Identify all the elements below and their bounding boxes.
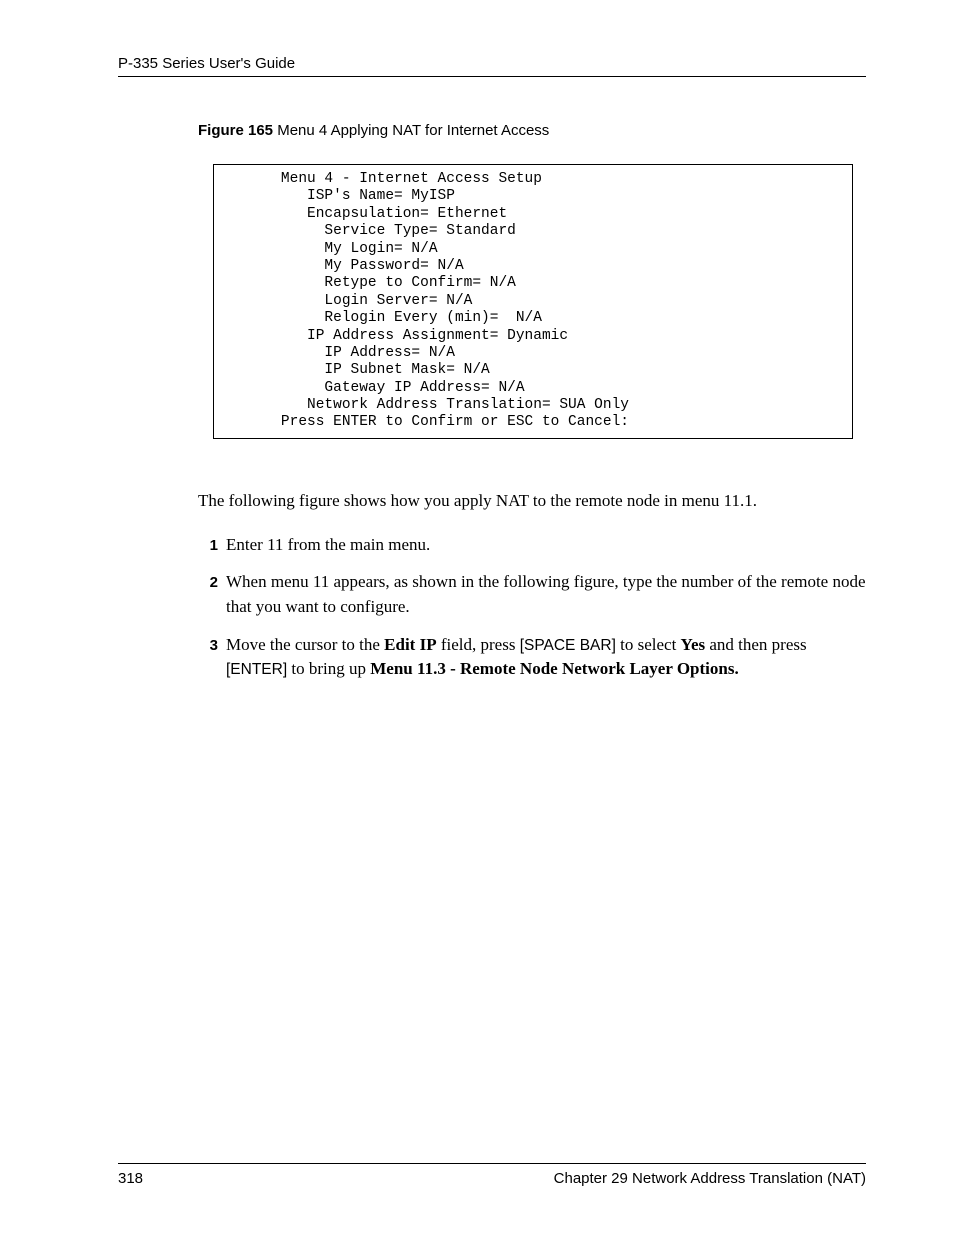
page-number: 318 — [118, 1170, 143, 1187]
figure-caption: Figure 165 Menu 4 Applying NAT for Inter… — [198, 122, 866, 139]
step-1: 1 Enter 11 from the main menu. — [198, 533, 866, 558]
text-run: field, press — [437, 635, 520, 654]
figure-title: Menu 4 Applying NAT for Internet Access — [273, 122, 549, 139]
intro-paragraph: The following figure shows how you apply… — [198, 489, 866, 513]
chapter-title: Chapter 29 Network Address Translation (… — [554, 1170, 866, 1187]
step-2: 2 When menu 11 appears, as shown in the … — [198, 570, 866, 619]
key-run: [SPACE BAR] — [520, 637, 616, 654]
step-3: 3 Move the cursor to the Edit IP field, … — [198, 633, 866, 682]
menu4-code-box: Menu 4 - Internet Access Setup ISP's Nam… — [213, 164, 853, 439]
page-footer: 318 Chapter 29 Network Address Translati… — [118, 1163, 866, 1187]
text-run: to select — [616, 635, 681, 654]
steps-list: 1 Enter 11 from the main menu. 2 When me… — [198, 533, 866, 682]
figure-label: Figure 165 — [198, 122, 273, 139]
step-text: Move the cursor to the Edit IP field, pr… — [226, 633, 866, 682]
step-text: Enter 11 from the main menu. — [226, 533, 866, 558]
page-header: P-335 Series User's Guide — [118, 55, 866, 77]
key-run: [ENTER] — [226, 661, 287, 678]
text-run: to bring up — [287, 659, 370, 678]
step-number: 2 — [198, 570, 218, 594]
bold-run: Edit IP — [384, 635, 436, 654]
bold-run: Yes — [681, 635, 706, 654]
step-text: When menu 11 appears, as shown in the fo… — [226, 570, 866, 619]
guide-title: P-335 Series User's Guide — [118, 55, 295, 72]
text-run: and then press — [705, 635, 807, 654]
step-number: 3 — [198, 633, 218, 657]
step-number: 1 — [198, 533, 218, 557]
bold-run: Menu 11.3 - Remote Node Network Layer Op… — [370, 659, 738, 678]
text-run: Move the cursor to the — [226, 635, 384, 654]
